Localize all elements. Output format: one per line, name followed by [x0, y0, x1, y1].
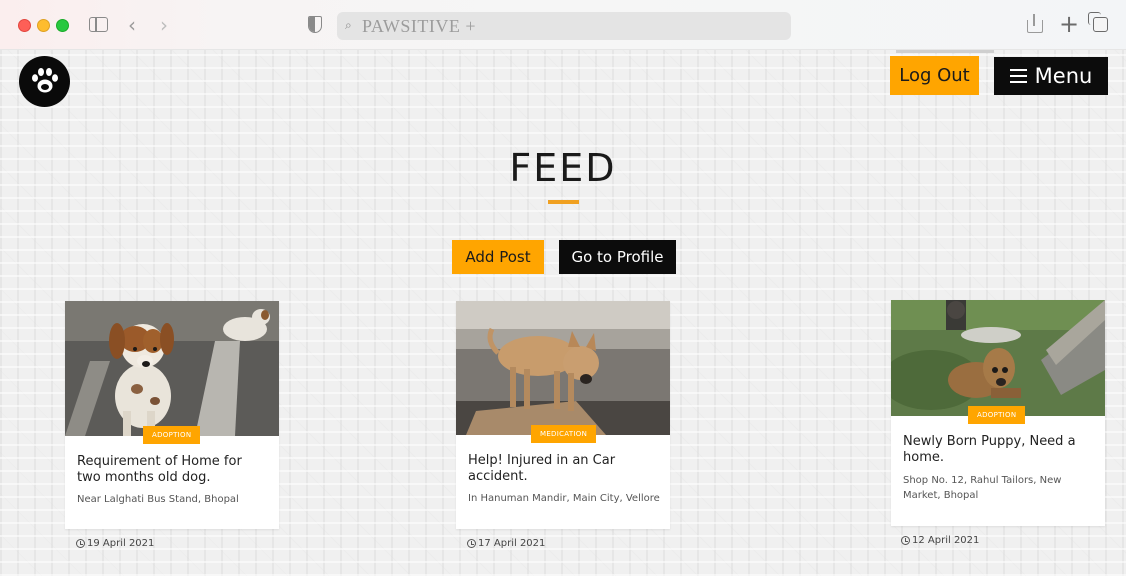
title-underline — [548, 200, 579, 204]
site-logo[interactable] — [19, 56, 70, 107]
top-strip — [896, 50, 994, 53]
post-date-text: 12 April 2021 — [912, 535, 980, 546]
category-badge: MEDICATION — [531, 425, 597, 443]
search-icon: ⌕ — [345, 18, 352, 32]
post-image — [456, 301, 670, 435]
post-date: 17 April 2021 — [467, 538, 545, 549]
post-location: Near Lalghati Bus Stand, Bhopal — [77, 494, 239, 505]
clock-icon — [76, 539, 85, 548]
post-card[interactable]: MEDICATION Help! Injured in an Car accid… — [456, 301, 670, 529]
post-location: In Hanuman Mandir, Main City, Vellore — [468, 493, 660, 504]
menu-label: Menu — [1034, 64, 1093, 88]
post-title: Help! Injured in an Car accident. — [468, 453, 616, 484]
post-card[interactable]: ADOPTION Newly Born Puppy, Need a home. … — [891, 300, 1105, 526]
maximize-window-icon[interactable] — [56, 19, 69, 32]
address-text: PAWSITIVE + — [362, 16, 477, 36]
post-title: Requirement of Home for two months old d… — [77, 454, 242, 485]
post-image — [891, 300, 1105, 416]
post-card[interactable]: ADOPTION Requirement of Home for two mon… — [65, 301, 279, 529]
new-tab-icon[interactable]: + — [1059, 10, 1079, 38]
address-bar[interactable]: ⌕ PAWSITIVE + — [337, 12, 791, 40]
post-image — [65, 301, 279, 436]
minimize-window-icon[interactable] — [37, 19, 50, 32]
share-icon[interactable] — [1027, 14, 1043, 33]
post-date-text: 19 April 2021 — [87, 538, 155, 549]
page-content: Log Out Menu FEED Add Post Go to Profile — [0, 50, 1126, 576]
close-window-icon[interactable] — [18, 19, 31, 32]
privacy-shield-icon[interactable] — [308, 16, 322, 33]
post-date: 12 April 2021 — [901, 535, 979, 546]
tab-overview-icon[interactable] — [1088, 12, 1108, 32]
forward-icon[interactable]: › — [160, 13, 168, 37]
category-badge: ADOPTION — [143, 426, 201, 444]
page-title: FEED — [509, 146, 617, 190]
hamburger-icon — [1009, 68, 1027, 84]
add-post-button[interactable]: Add Post — [452, 240, 544, 274]
post-date-text: 17 April 2021 — [478, 538, 546, 549]
clock-icon — [901, 536, 910, 545]
clock-icon — [467, 539, 476, 548]
back-icon[interactable]: ‹ — [128, 13, 136, 37]
post-date: 19 April 2021 — [76, 538, 154, 549]
post-location: Shop No. 12, Rahul Tailors, New Market, … — [903, 475, 1062, 501]
paw-icon — [32, 68, 58, 93]
menu-button[interactable]: Menu — [994, 57, 1108, 95]
sidebar-toggle-icon[interactable] — [89, 17, 108, 32]
browser-toolbar: ‹ › ⌕ PAWSITIVE + + — [0, 0, 1126, 50]
category-badge: ADOPTION — [968, 406, 1026, 424]
logout-button[interactable]: Log Out — [890, 56, 979, 95]
post-title: Newly Born Puppy, Need a home. — [903, 434, 1076, 465]
go-to-profile-button[interactable]: Go to Profile — [559, 240, 676, 274]
